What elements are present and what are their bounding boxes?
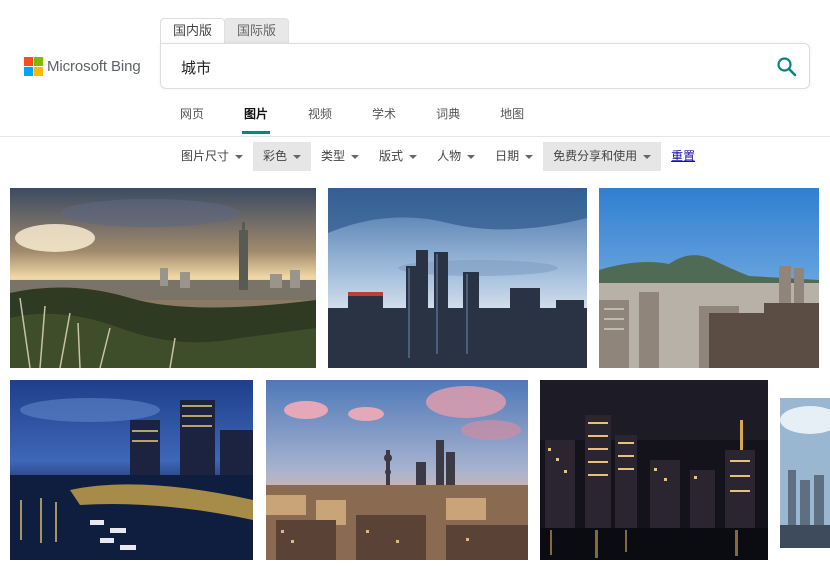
filter-label: 人物	[437, 149, 462, 163]
caret-down-icon	[235, 154, 244, 159]
tab-international-edition[interactable]: 国际版	[224, 18, 290, 44]
caret-down-icon	[351, 154, 360, 159]
tab-domestic-edition[interactable]: 国内版	[160, 18, 226, 44]
filter-color[interactable]: 彩色	[253, 142, 312, 171]
image-result-tv-tower-skyline[interactable]	[266, 380, 528, 560]
image-result-modern-skyscrapers[interactable]	[328, 188, 587, 368]
filter-label: 彩色	[263, 149, 288, 163]
tab-images[interactable]: 图片	[242, 96, 271, 134]
logo-text: Microsoft Bing	[47, 58, 141, 75]
image-result-partial-skyline[interactable]	[780, 380, 830, 560]
search-input[interactable]	[181, 44, 761, 90]
search-box	[160, 43, 810, 90]
filter-label: 图片尺寸	[181, 149, 230, 163]
filter-bar: 图片尺寸 彩色 类型 版式 人物 日期 免费分享和使用 重置	[171, 142, 705, 171]
filter-people[interactable]: 人物	[427, 142, 485, 171]
filter-image-size[interactable]: 图片尺寸	[171, 142, 253, 171]
caret-down-icon	[525, 154, 534, 159]
filter-label: 免费分享和使用	[553, 149, 638, 163]
tab-maps[interactable]: 地图	[500, 96, 524, 134]
filter-date[interactable]: 日期	[485, 142, 543, 171]
search-icon[interactable]	[775, 55, 799, 79]
image-result-mountain-city[interactable]	[599, 188, 819, 368]
caret-down-icon	[467, 154, 476, 159]
microsoft-logo-icon	[24, 57, 43, 76]
filter-layout[interactable]: 版式	[369, 142, 427, 171]
filter-license[interactable]: 免费分享和使用	[543, 142, 662, 171]
header-divider	[0, 136, 830, 137]
caret-down-icon	[643, 154, 652, 159]
image-result-waterfront-marina[interactable]	[10, 380, 253, 560]
filter-type[interactable]: 类型	[311, 142, 369, 171]
image-result-sunset-skyline[interactable]	[10, 188, 316, 368]
image-result-night-skyline[interactable]	[540, 380, 768, 560]
tab-dictionary[interactable]: 词典	[436, 96, 460, 134]
edition-tabs: 国内版 国际版	[160, 18, 290, 44]
reset-filters-link[interactable]: 重置	[661, 142, 705, 171]
scope-nav: 网页 图片 视频 学术 词典 地图	[180, 96, 564, 134]
caret-down-icon	[293, 154, 302, 159]
filter-label: 版式	[379, 149, 404, 163]
tab-academic[interactable]: 学术	[372, 96, 396, 134]
tab-videos[interactable]: 视频	[308, 96, 332, 134]
filter-label: 日期	[495, 149, 520, 163]
filter-label: 类型	[321, 149, 346, 163]
bing-logo[interactable]: Microsoft Bing	[24, 57, 141, 76]
caret-down-icon	[409, 154, 418, 159]
tab-web[interactable]: 网页	[180, 96, 204, 134]
